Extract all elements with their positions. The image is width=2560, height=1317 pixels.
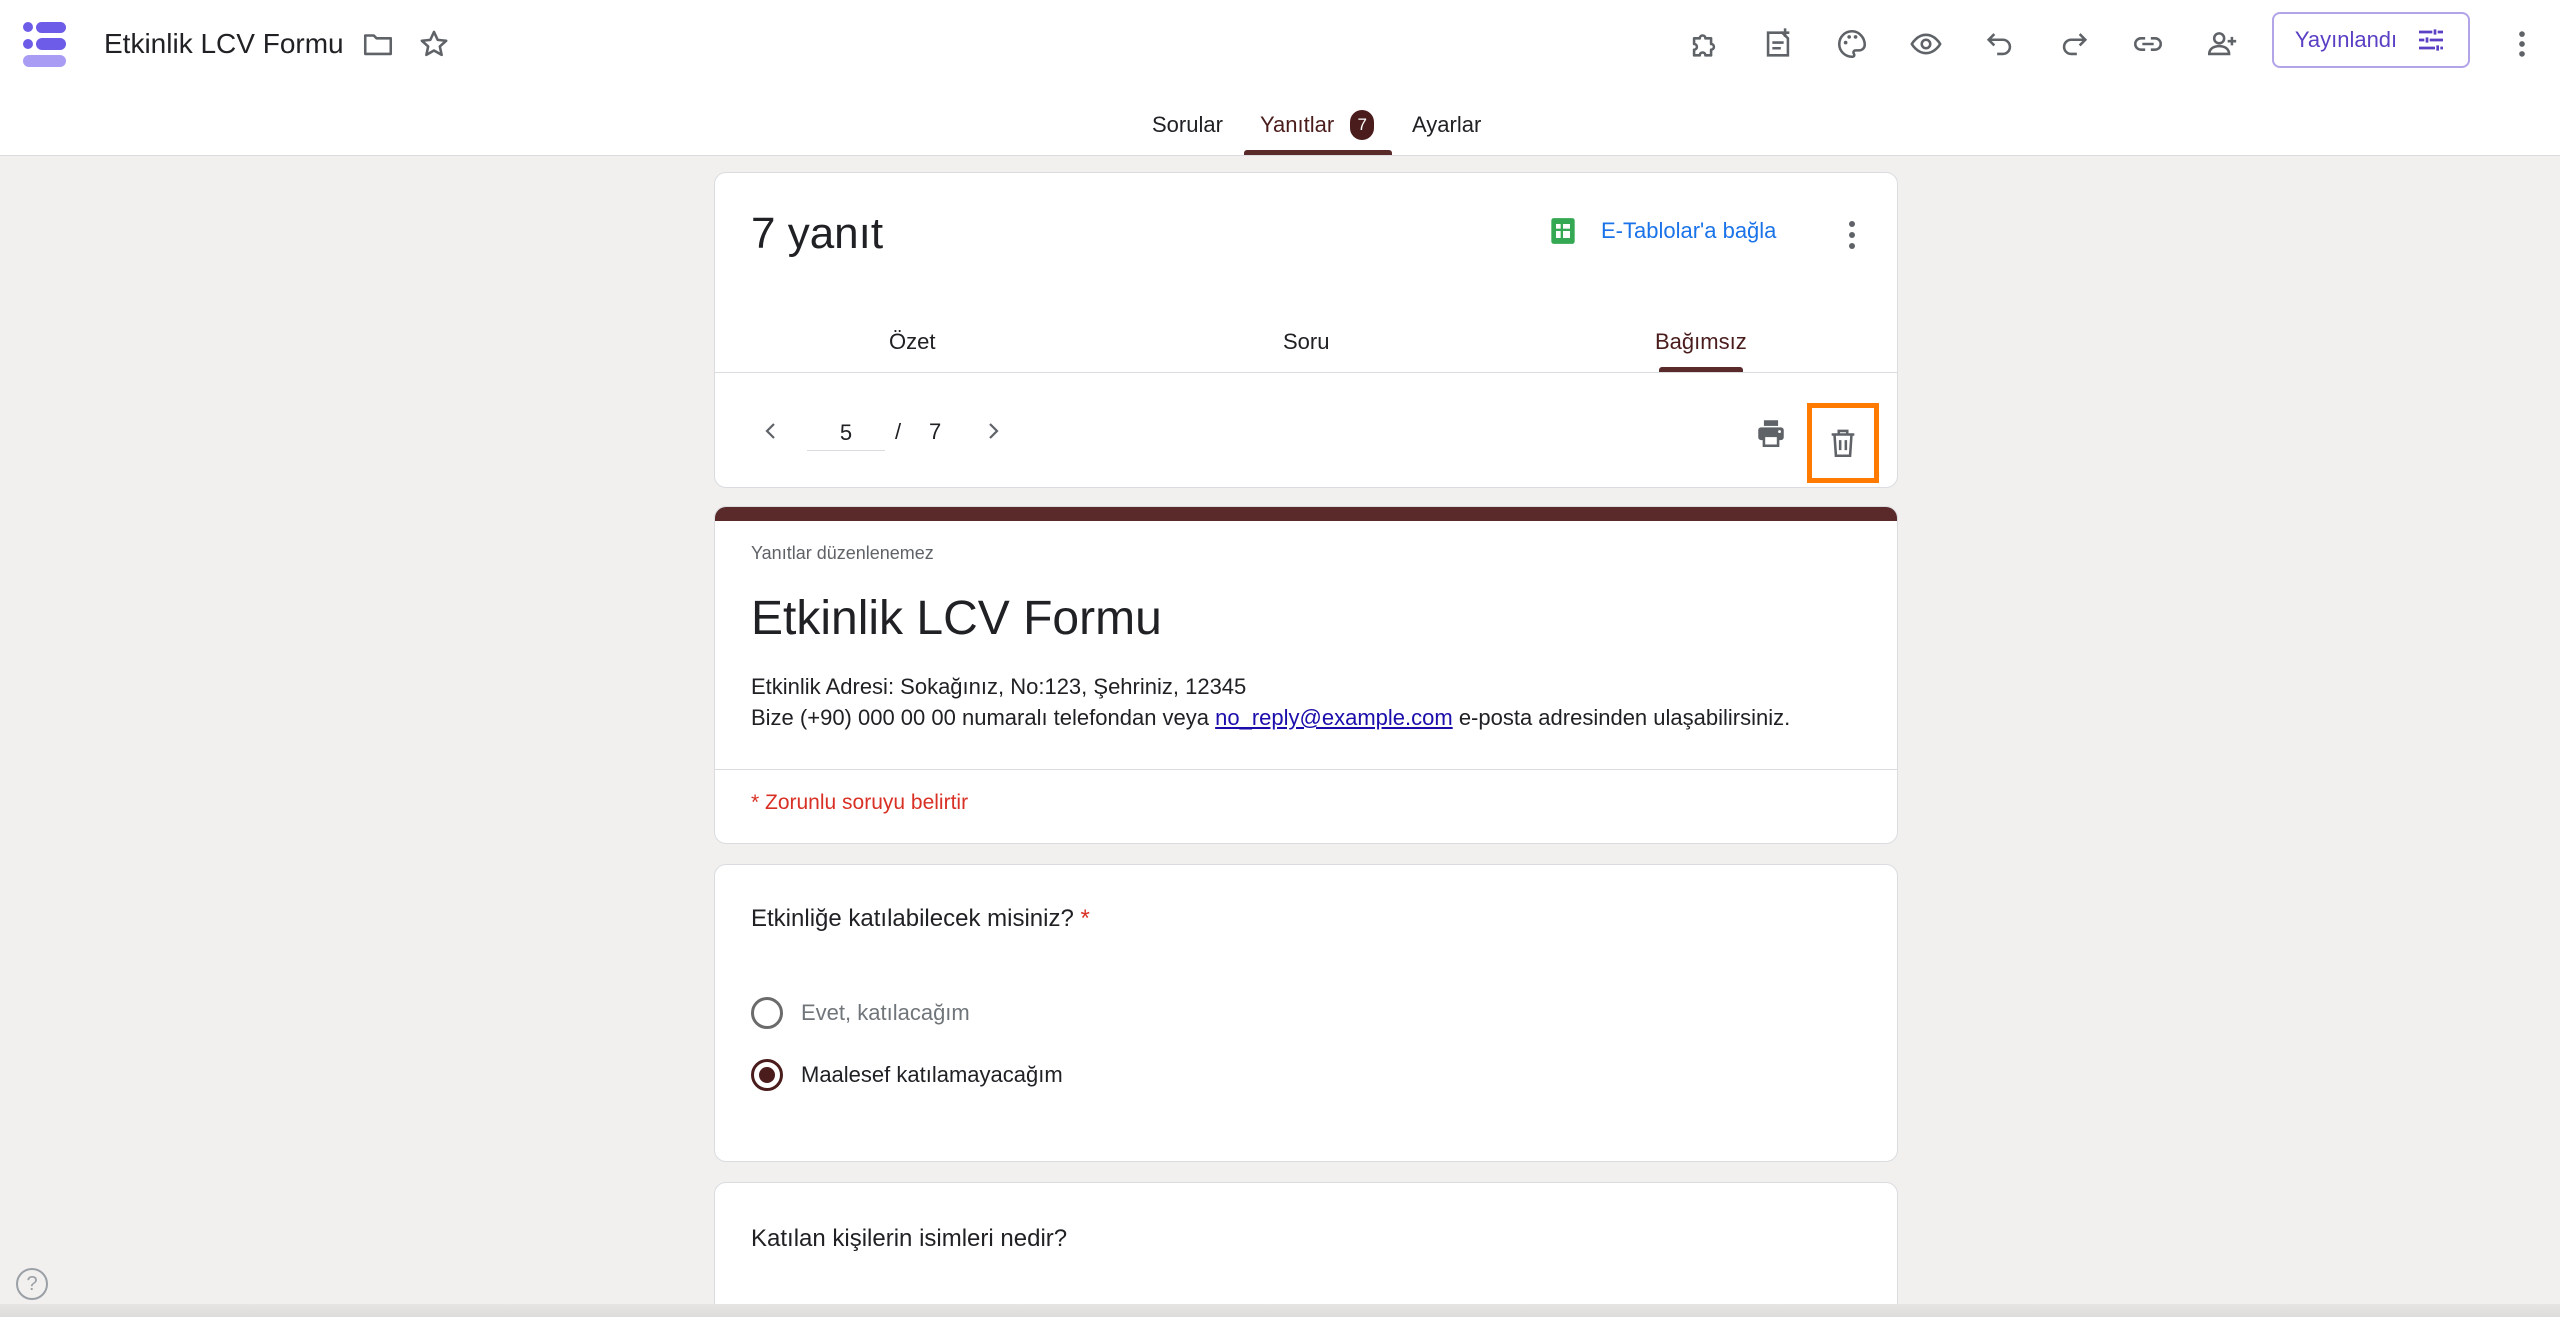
tab-questions[interactable]: Sorular <box>1152 100 1223 156</box>
previous-response-icon[interactable] <box>753 413 789 449</box>
form-description-line-1: Etkinlik Adresi: Sokağınız, No:123, Şehr… <box>751 674 1247 699</box>
pager-separator: / <box>895 419 902 444</box>
response-count: 7 yanıt <box>751 209 884 258</box>
active-subtab-indicator <box>1659 367 1743 372</box>
option-label: Maalesef katılamayacağım <box>801 1062 1063 1087</box>
total-responses: 7 <box>929 419 942 444</box>
redo-icon[interactable] <box>2050 20 2098 68</box>
form-header-card: Yanıtlar düzenlenemez Etkinlik LCV Formu… <box>714 506 1898 844</box>
tab-individual[interactable]: Bağımsız <box>1655 329 1747 355</box>
required-note: * Zorunlu soruyu belirtir <box>751 791 969 814</box>
responses-count-badge: 7 <box>1350 110 1375 140</box>
form-color-strip <box>715 507 1897 521</box>
undo-icon[interactable] <box>1976 20 2024 68</box>
main-tabs: Sorular Yanıtlar 7 Ayarlar <box>0 100 2560 156</box>
customize-icon[interactable] <box>1754 20 1802 68</box>
tab-question[interactable]: Soru <box>1283 329 1329 355</box>
response-pager: / 7 <box>715 373 1897 487</box>
link-icon[interactable] <box>2124 20 2172 68</box>
response-view-tabs: Özet Soru Bağımsız <box>715 313 1897 373</box>
contact-email-link[interactable]: no_reply@example.com <box>1215 705 1453 730</box>
option-label: Evet, katılacağım <box>801 1000 970 1025</box>
help-icon[interactable]: ? <box>16 1268 48 1300</box>
addon-icon[interactable] <box>1680 20 1728 68</box>
publish-settings-icon <box>2419 29 2444 51</box>
active-tab-indicator <box>1244 150 1392 155</box>
responses-summary-card: 7 yanıt E-Tablolar'a bağla Özet Soru Bağ… <box>714 172 1898 488</box>
publish-button[interactable]: Yayınlandı <box>2272 12 2470 68</box>
question-card-attendance: Etkinliğe katılabilecek misiniz? * Evet,… <box>714 864 1898 1162</box>
tab-summary[interactable]: Özet <box>889 329 935 355</box>
form-title: Etkinlik LCV Formu <box>751 592 1162 645</box>
divider <box>715 769 1897 770</box>
link-to-sheets-button[interactable]: E-Tablolar'a bağla <box>1549 217 1776 245</box>
tab-settings[interactable]: Ayarlar <box>1412 100 1481 156</box>
document-title[interactable]: Etkinlik LCV Formu <box>104 28 344 60</box>
radio-option-no[interactable]: Maalesef katılamayacağım <box>751 1059 1063 1091</box>
trash-icon <box>1831 429 1855 458</box>
delete-response-button[interactable] <box>1807 403 1879 483</box>
required-star: * <box>1080 905 1090 932</box>
palette-icon[interactable] <box>1828 20 1876 68</box>
folder-icon[interactable] <box>354 20 402 68</box>
app-logo-icon[interactable] <box>20 18 72 70</box>
question-title: Katılan kişilerin isimleri nedir? <box>751 1225 1068 1252</box>
star-icon[interactable] <box>410 20 458 68</box>
current-response-input[interactable] <box>807 415 885 451</box>
radio-option-yes[interactable]: Evet, katılacağım <box>751 997 970 1029</box>
radio-checked-icon <box>751 1059 783 1091</box>
readonly-note: Yanıtlar düzenlenemez <box>751 543 934 563</box>
link-to-sheets-label: E-Tablolar'a bağla <box>1601 218 1777 243</box>
question-card-names: Katılan kişilerin isimleri nedir? <box>714 1182 1898 1317</box>
form-description: Etkinlik Adresi: Sokağınız, No:123, Şehr… <box>751 671 1790 733</box>
print-icon[interactable] <box>1749 411 1793 455</box>
sheets-icon <box>1551 218 1575 244</box>
next-response-icon[interactable] <box>975 413 1011 449</box>
bottom-edge <box>0 1304 2560 1317</box>
tab-responses-label: Yanıtlar <box>1260 112 1335 137</box>
preview-icon[interactable] <box>1902 20 1950 68</box>
form-description-line-2: Bize (+90) 000 00 00 numaralı telefondan… <box>751 705 1791 730</box>
publish-button-label: Yayınlandı <box>2294 27 2398 52</box>
more-vert-icon[interactable] <box>2498 20 2546 68</box>
tab-responses[interactable]: Yanıtlar 7 <box>1260 100 1375 156</box>
responses-more-icon[interactable] <box>1837 217 1867 253</box>
radio-unchecked-icon <box>751 997 783 1029</box>
question-title: Etkinliğe katılabilecek misiniz? * <box>751 905 1090 932</box>
top-bar: Etkinlik LCV Formu Yayınlandı Sorular Ya… <box>0 0 2560 156</box>
add-collaborator-icon[interactable] <box>2198 20 2246 68</box>
